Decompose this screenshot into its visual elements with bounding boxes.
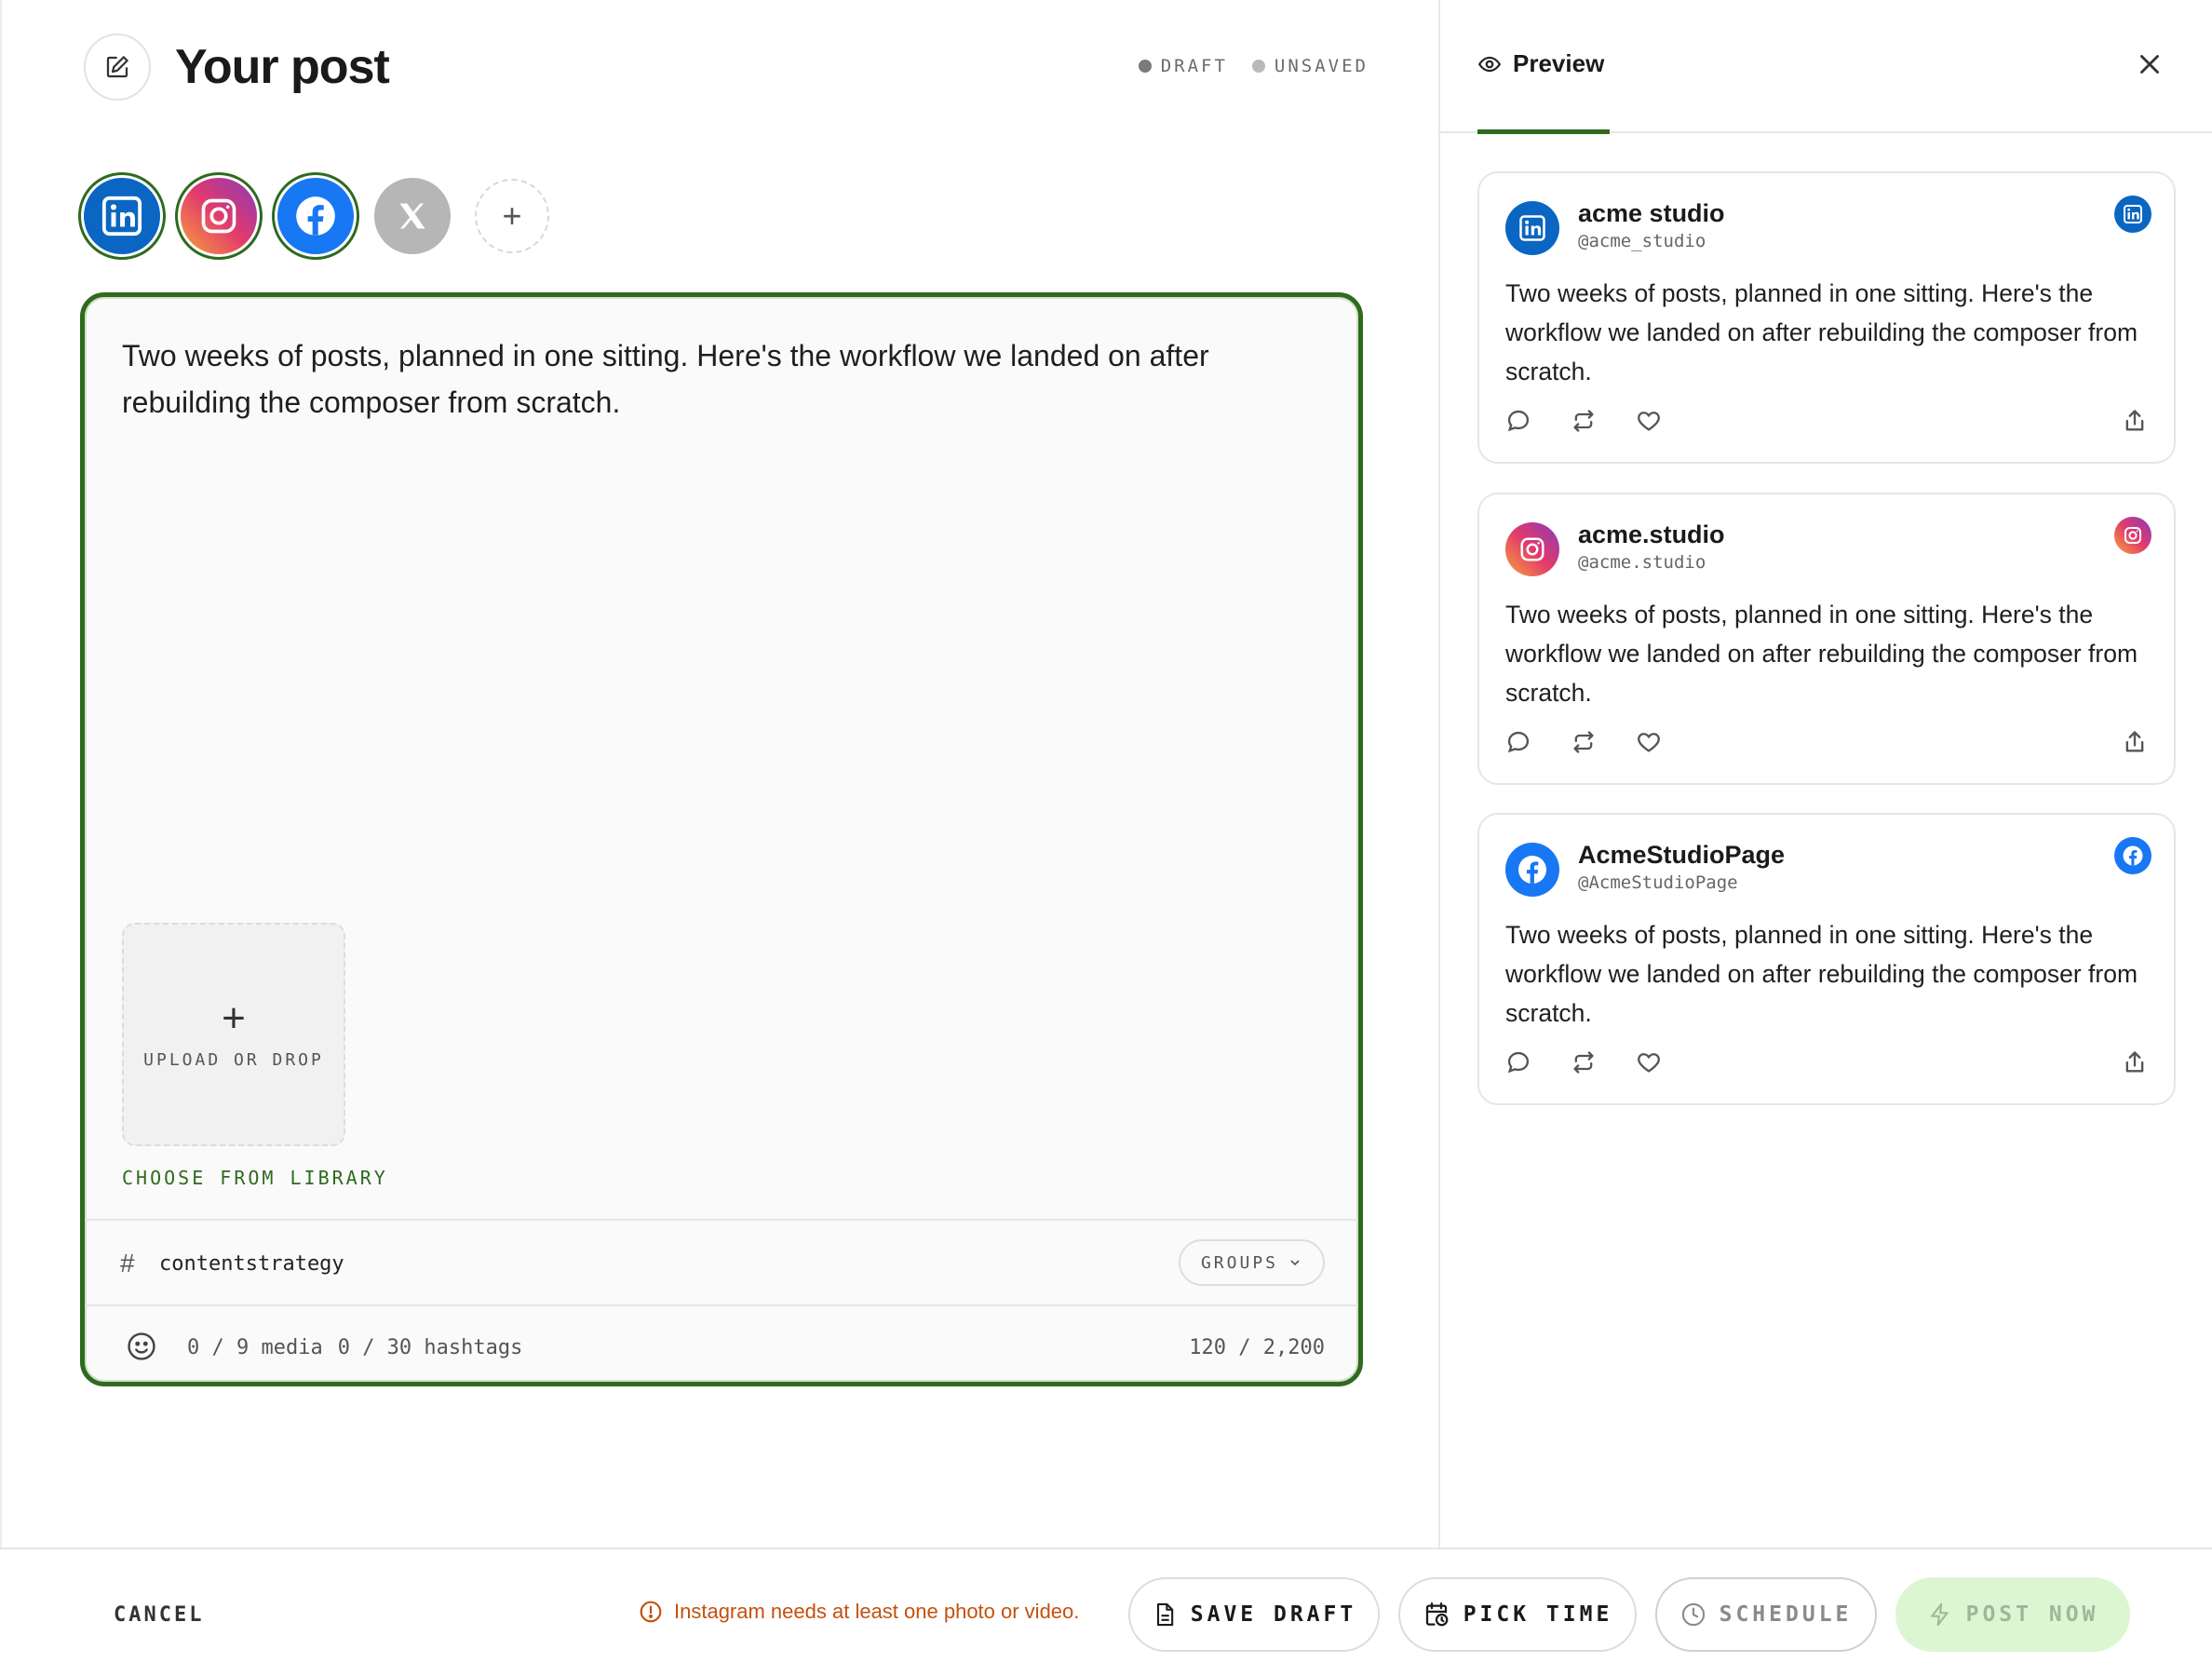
alert-circle-icon [640, 1601, 662, 1623]
plus-icon: + [222, 994, 246, 1041]
character-count: 120 / 2,200 [1189, 1336, 1325, 1359]
post-editor: Two weeks of posts, planned in one sitti… [80, 292, 1363, 1386]
upload-label: UPLOAD OR DROP [143, 1049, 324, 1070]
clock-icon [1681, 1602, 1705, 1627]
choose-from-library-link[interactable]: CHOOSE FROM LIBRARY [122, 1167, 388, 1189]
account-handle: @acme_studio [1578, 231, 1706, 251]
instagram-icon [181, 178, 257, 254]
instagram-badge-icon [2114, 517, 2151, 554]
preview-card-linkedin: acme studio @acme_studio Two weeks of po… [1477, 171, 2176, 464]
heart-icon[interactable] [1636, 729, 1662, 755]
add-channel-button[interactable]: + [475, 179, 549, 253]
warning-text: Instagram needs at least one photo or vi… [674, 1600, 1080, 1623]
linkedin-badge-icon [2114, 196, 2151, 233]
hashtag-count: 0 / 30 hashtags [337, 1336, 523, 1359]
tab-preview[interactable]: Preview [1477, 0, 1604, 133]
status-draft-label: DRAFT [1160, 56, 1228, 76]
emoji-icon[interactable] [126, 1331, 157, 1362]
status-draft: DRAFT [1138, 56, 1228, 76]
media-upload-dropzone[interactable]: + UPLOAD OR DROP [122, 923, 345, 1146]
groups-dropdown[interactable]: GROUPS [1178, 1239, 1325, 1286]
status-dot [1138, 60, 1152, 73]
editor-counts: 0 / 9 media 0 / 30 hashtags [187, 1336, 522, 1359]
cancel-button[interactable]: CANCEL [114, 1603, 204, 1627]
save-draft-label: SAVE DRAFT [1190, 1602, 1357, 1627]
account-name: acme studio [1578, 199, 1725, 227]
account-name: acme.studio [1578, 520, 1725, 548]
groups-label: GROUPS [1200, 1252, 1278, 1273]
preview-card-instagram: acme.studio @acme.studio Two weeks of po… [1477, 493, 2176, 785]
schedule-label: SCHEDULE [1719, 1602, 1853, 1627]
status-dot [1251, 60, 1265, 73]
comment-icon[interactable] [1505, 408, 1531, 434]
edit-icon[interactable] [84, 34, 151, 101]
page-title: Your post [175, 40, 390, 94]
status-indicators: DRAFT UNSAVED [1138, 56, 1369, 76]
linkedin-icon [1519, 215, 1545, 241]
channel-instagram[interactable] [175, 172, 263, 260]
document-icon [1156, 1602, 1173, 1627]
calendar-clock-icon [1425, 1602, 1449, 1627]
share-icon[interactable] [2122, 408, 2148, 434]
composer-header: Your post DRAFT UNSAVED [84, 34, 1369, 101]
channel-x[interactable] [369, 172, 456, 260]
lightning-icon [1930, 1602, 1949, 1627]
hashtag-icon: # [120, 1249, 135, 1277]
preview-tab-label: Preview [1513, 49, 1605, 77]
instagram-icon [1520, 537, 1544, 561]
media-count: 0 / 9 media [187, 1336, 323, 1359]
close-icon[interactable] [2134, 48, 2165, 80]
pick-time-label: PICK TIME [1463, 1602, 1613, 1627]
chevron-down-icon [1290, 1260, 1300, 1266]
avatar [1505, 843, 1559, 897]
share-icon[interactable] [2122, 1049, 2148, 1075]
post-actions [1505, 408, 1662, 434]
pick-time-button[interactable]: PICK TIME [1398, 1577, 1637, 1652]
repost-icon[interactable] [1571, 1049, 1597, 1075]
action-bar: CANCEL Instagram needs at least one phot… [0, 1548, 2212, 1676]
preview-panel: Preview acme studio @acme_studio Two wee… [1438, 0, 2212, 1548]
linkedin-icon [84, 178, 160, 254]
post-actions [1505, 729, 1662, 755]
save-draft-button[interactable]: SAVE DRAFT [1128, 1577, 1380, 1652]
share-icon[interactable] [2122, 729, 2148, 755]
status-unsaved-label: UNSAVED [1274, 56, 1369, 76]
heart-icon[interactable] [1636, 1049, 1662, 1075]
comment-icon[interactable] [1505, 1049, 1531, 1075]
repost-icon[interactable] [1571, 408, 1597, 434]
hashtag-input[interactable]: contentstrategy [159, 1252, 344, 1276]
validation-warning: Instagram needs at least one photo or vi… [639, 1600, 1079, 1624]
post-actions [1505, 1049, 1662, 1075]
post-textarea[interactable]: Two weeks of posts, planned in one sitti… [122, 332, 1295, 426]
account-handle: @acme.studio [1578, 552, 1706, 573]
account-name: AcmeStudioPage [1578, 841, 1786, 869]
preview-post-text: Two weeks of posts, planned in one sitti… [1505, 279, 2138, 385]
post-now-button[interactable]: POST NOW [1895, 1577, 2130, 1652]
heart-icon[interactable] [1636, 408, 1662, 434]
channel-linkedin[interactable] [78, 172, 166, 260]
eye-icon [1477, 56, 1502, 72]
schedule-button[interactable]: SCHEDULE [1655, 1577, 1877, 1652]
x-icon [374, 178, 451, 254]
hashtag-row: # contentstrategy GROUPS [85, 1219, 1358, 1306]
comment-icon[interactable] [1505, 729, 1531, 755]
active-tab-indicator [1477, 129, 1610, 134]
preview-header: Preview [1440, 0, 2212, 134]
facebook-badge-icon [2114, 837, 2151, 874]
preview-post-text: Two weeks of posts, planned in one sitti… [1505, 921, 2138, 1027]
account-handle: @AcmeStudioPage [1578, 872, 1738, 893]
facebook-icon [1518, 856, 1546, 884]
editor-footer: 0 / 9 media 0 / 30 hashtags 120 / 2,200 [85, 1308, 1358, 1382]
channel-selector: + [78, 172, 549, 260]
composer-main: Your post DRAFT UNSAVED + Two weeks of p… [0, 0, 1438, 1548]
post-now-label: POST NOW [1965, 1602, 2099, 1627]
status-unsaved: UNSAVED [1251, 56, 1369, 76]
preview-card-facebook: AcmeStudioPage @AcmeStudioPage Two weeks… [1477, 813, 2176, 1105]
facebook-icon [277, 178, 354, 254]
channel-facebook[interactable] [272, 172, 359, 260]
avatar [1505, 522, 1559, 576]
avatar [1505, 201, 1559, 255]
repost-icon[interactable] [1571, 729, 1597, 755]
preview-post-text: Two weeks of posts, planned in one sitti… [1505, 601, 2138, 707]
